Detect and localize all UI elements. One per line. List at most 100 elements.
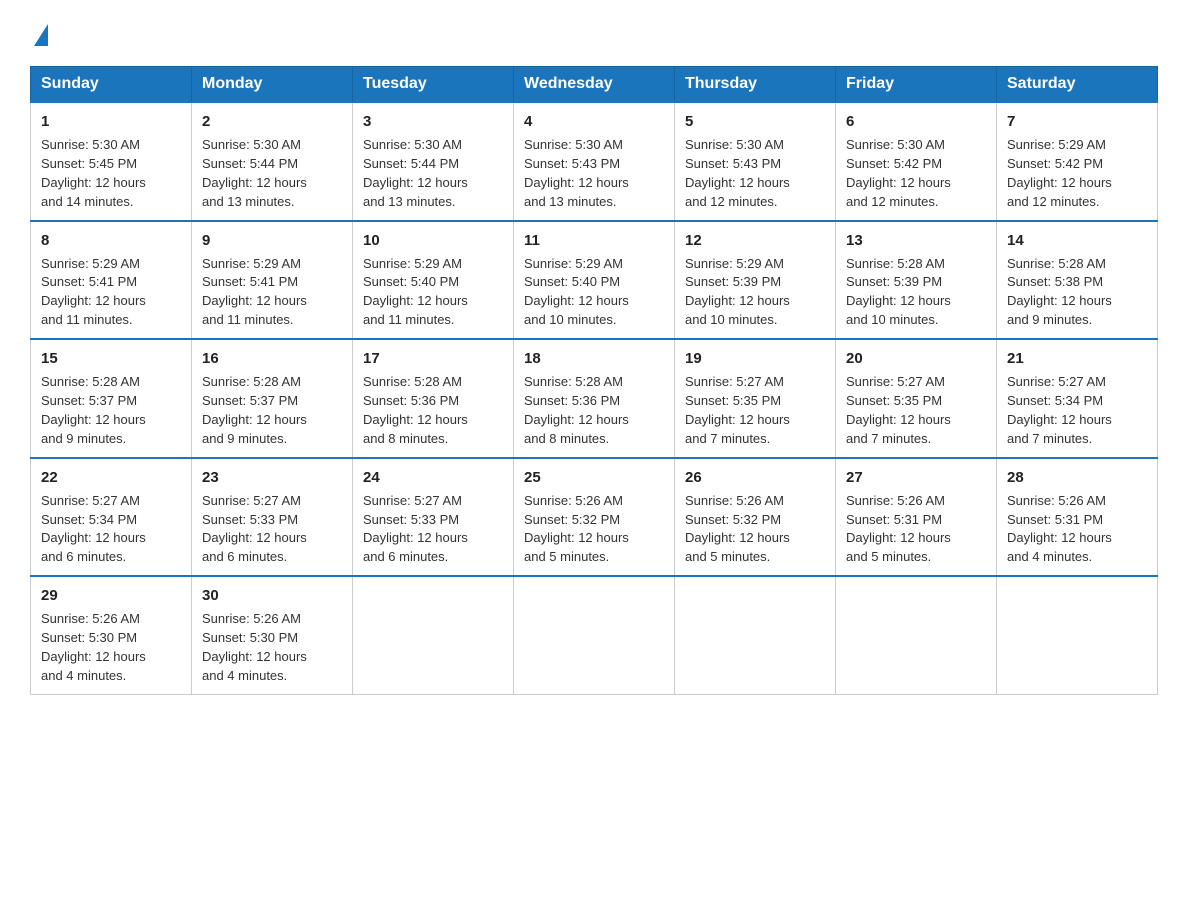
day-info: Sunrise: 5:26 AM Sunset: 5:30 PM Dayligh… <box>202 611 307 683</box>
calendar-cell: 9 Sunrise: 5:29 AM Sunset: 5:41 PM Dayli… <box>192 221 353 340</box>
calendar-cell: 22 Sunrise: 5:27 AM Sunset: 5:34 PM Dayl… <box>31 458 192 577</box>
weekday-header-friday: Friday <box>836 67 997 103</box>
day-info: Sunrise: 5:27 AM Sunset: 5:34 PM Dayligh… <box>1007 374 1112 446</box>
day-number: 25 <box>524 467 664 488</box>
logo-triangle-icon <box>34 24 48 46</box>
day-number: 27 <box>846 467 986 488</box>
day-info: Sunrise: 5:29 AM Sunset: 5:40 PM Dayligh… <box>524 256 629 328</box>
day-number: 17 <box>363 348 503 369</box>
weekday-header-thursday: Thursday <box>675 67 836 103</box>
calendar-cell: 21 Sunrise: 5:27 AM Sunset: 5:34 PM Dayl… <box>997 339 1158 458</box>
day-info: Sunrise: 5:30 AM Sunset: 5:43 PM Dayligh… <box>524 137 629 209</box>
weekday-header-tuesday: Tuesday <box>353 67 514 103</box>
weekday-header-wednesday: Wednesday <box>514 67 675 103</box>
day-info: Sunrise: 5:29 AM Sunset: 5:42 PM Dayligh… <box>1007 137 1112 209</box>
day-number: 23 <box>202 467 342 488</box>
day-number: 6 <box>846 111 986 132</box>
calendar-cell: 29 Sunrise: 5:26 AM Sunset: 5:30 PM Dayl… <box>31 576 192 694</box>
calendar-cell: 13 Sunrise: 5:28 AM Sunset: 5:39 PM Dayl… <box>836 221 997 340</box>
day-info: Sunrise: 5:29 AM Sunset: 5:40 PM Dayligh… <box>363 256 468 328</box>
page-header <box>30 20 1158 46</box>
calendar-cell: 23 Sunrise: 5:27 AM Sunset: 5:33 PM Dayl… <box>192 458 353 577</box>
calendar-cell: 14 Sunrise: 5:28 AM Sunset: 5:38 PM Dayl… <box>997 221 1158 340</box>
calendar-week-row: 1 Sunrise: 5:30 AM Sunset: 5:45 PM Dayli… <box>31 102 1158 221</box>
calendar-cell: 12 Sunrise: 5:29 AM Sunset: 5:39 PM Dayl… <box>675 221 836 340</box>
calendar-cell <box>675 576 836 694</box>
day-number: 13 <box>846 230 986 251</box>
calendar-cell: 2 Sunrise: 5:30 AM Sunset: 5:44 PM Dayli… <box>192 102 353 221</box>
calendar-cell: 30 Sunrise: 5:26 AM Sunset: 5:30 PM Dayl… <box>192 576 353 694</box>
day-info: Sunrise: 5:26 AM Sunset: 5:30 PM Dayligh… <box>41 611 146 683</box>
day-info: Sunrise: 5:28 AM Sunset: 5:39 PM Dayligh… <box>846 256 951 328</box>
calendar-cell: 8 Sunrise: 5:29 AM Sunset: 5:41 PM Dayli… <box>31 221 192 340</box>
day-info: Sunrise: 5:29 AM Sunset: 5:39 PM Dayligh… <box>685 256 790 328</box>
calendar-cell: 18 Sunrise: 5:28 AM Sunset: 5:36 PM Dayl… <box>514 339 675 458</box>
day-number: 28 <box>1007 467 1147 488</box>
day-number: 12 <box>685 230 825 251</box>
day-number: 9 <box>202 230 342 251</box>
calendar-week-row: 22 Sunrise: 5:27 AM Sunset: 5:34 PM Dayl… <box>31 458 1158 577</box>
calendar-cell: 17 Sunrise: 5:28 AM Sunset: 5:36 PM Dayl… <box>353 339 514 458</box>
calendar-cell: 4 Sunrise: 5:30 AM Sunset: 5:43 PM Dayli… <box>514 102 675 221</box>
day-info: Sunrise: 5:28 AM Sunset: 5:37 PM Dayligh… <box>202 374 307 446</box>
day-number: 29 <box>41 585 181 606</box>
day-info: Sunrise: 5:30 AM Sunset: 5:45 PM Dayligh… <box>41 137 146 209</box>
calendar-cell: 24 Sunrise: 5:27 AM Sunset: 5:33 PM Dayl… <box>353 458 514 577</box>
weekday-header-sunday: Sunday <box>31 67 192 103</box>
logo <box>30 20 48 46</box>
calendar-cell: 26 Sunrise: 5:26 AM Sunset: 5:32 PM Dayl… <box>675 458 836 577</box>
calendar-cell: 25 Sunrise: 5:26 AM Sunset: 5:32 PM Dayl… <box>514 458 675 577</box>
calendar-cell: 7 Sunrise: 5:29 AM Sunset: 5:42 PM Dayli… <box>997 102 1158 221</box>
day-number: 5 <box>685 111 825 132</box>
calendar-cell <box>514 576 675 694</box>
calendar-week-row: 8 Sunrise: 5:29 AM Sunset: 5:41 PM Dayli… <box>31 221 1158 340</box>
day-info: Sunrise: 5:30 AM Sunset: 5:42 PM Dayligh… <box>846 137 951 209</box>
day-number: 22 <box>41 467 181 488</box>
calendar-week-row: 29 Sunrise: 5:26 AM Sunset: 5:30 PM Dayl… <box>31 576 1158 694</box>
day-info: Sunrise: 5:28 AM Sunset: 5:38 PM Dayligh… <box>1007 256 1112 328</box>
day-info: Sunrise: 5:28 AM Sunset: 5:36 PM Dayligh… <box>524 374 629 446</box>
calendar-cell: 15 Sunrise: 5:28 AM Sunset: 5:37 PM Dayl… <box>31 339 192 458</box>
day-number: 7 <box>1007 111 1147 132</box>
day-info: Sunrise: 5:26 AM Sunset: 5:32 PM Dayligh… <box>524 493 629 565</box>
weekday-header-row: SundayMondayTuesdayWednesdayThursdayFrid… <box>31 67 1158 103</box>
weekday-header-saturday: Saturday <box>997 67 1158 103</box>
day-number: 19 <box>685 348 825 369</box>
day-number: 24 <box>363 467 503 488</box>
day-info: Sunrise: 5:27 AM Sunset: 5:34 PM Dayligh… <box>41 493 146 565</box>
day-number: 15 <box>41 348 181 369</box>
day-number: 4 <box>524 111 664 132</box>
day-number: 26 <box>685 467 825 488</box>
day-number: 11 <box>524 230 664 251</box>
day-number: 30 <box>202 585 342 606</box>
day-info: Sunrise: 5:26 AM Sunset: 5:32 PM Dayligh… <box>685 493 790 565</box>
calendar-cell <box>353 576 514 694</box>
calendar-cell: 1 Sunrise: 5:30 AM Sunset: 5:45 PM Dayli… <box>31 102 192 221</box>
calendar-cell: 10 Sunrise: 5:29 AM Sunset: 5:40 PM Dayl… <box>353 221 514 340</box>
calendar-cell: 16 Sunrise: 5:28 AM Sunset: 5:37 PM Dayl… <box>192 339 353 458</box>
calendar-cell: 19 Sunrise: 5:27 AM Sunset: 5:35 PM Dayl… <box>675 339 836 458</box>
weekday-header-monday: Monday <box>192 67 353 103</box>
day-info: Sunrise: 5:28 AM Sunset: 5:37 PM Dayligh… <box>41 374 146 446</box>
day-number: 14 <box>1007 230 1147 251</box>
day-info: Sunrise: 5:30 AM Sunset: 5:44 PM Dayligh… <box>202 137 307 209</box>
day-info: Sunrise: 5:28 AM Sunset: 5:36 PM Dayligh… <box>363 374 468 446</box>
calendar-cell <box>836 576 997 694</box>
calendar-cell: 11 Sunrise: 5:29 AM Sunset: 5:40 PM Dayl… <box>514 221 675 340</box>
day-info: Sunrise: 5:27 AM Sunset: 5:33 PM Dayligh… <box>363 493 468 565</box>
day-info: Sunrise: 5:26 AM Sunset: 5:31 PM Dayligh… <box>1007 493 1112 565</box>
day-info: Sunrise: 5:26 AM Sunset: 5:31 PM Dayligh… <box>846 493 951 565</box>
day-number: 8 <box>41 230 181 251</box>
day-info: Sunrise: 5:30 AM Sunset: 5:43 PM Dayligh… <box>685 137 790 209</box>
calendar-cell: 6 Sunrise: 5:30 AM Sunset: 5:42 PM Dayli… <box>836 102 997 221</box>
day-number: 21 <box>1007 348 1147 369</box>
calendar-cell: 5 Sunrise: 5:30 AM Sunset: 5:43 PM Dayli… <box>675 102 836 221</box>
day-info: Sunrise: 5:29 AM Sunset: 5:41 PM Dayligh… <box>41 256 146 328</box>
day-number: 20 <box>846 348 986 369</box>
calendar-cell <box>997 576 1158 694</box>
calendar-cell: 3 Sunrise: 5:30 AM Sunset: 5:44 PM Dayli… <box>353 102 514 221</box>
calendar-cell: 27 Sunrise: 5:26 AM Sunset: 5:31 PM Dayl… <box>836 458 997 577</box>
day-number: 1 <box>41 111 181 132</box>
day-info: Sunrise: 5:27 AM Sunset: 5:33 PM Dayligh… <box>202 493 307 565</box>
day-info: Sunrise: 5:29 AM Sunset: 5:41 PM Dayligh… <box>202 256 307 328</box>
